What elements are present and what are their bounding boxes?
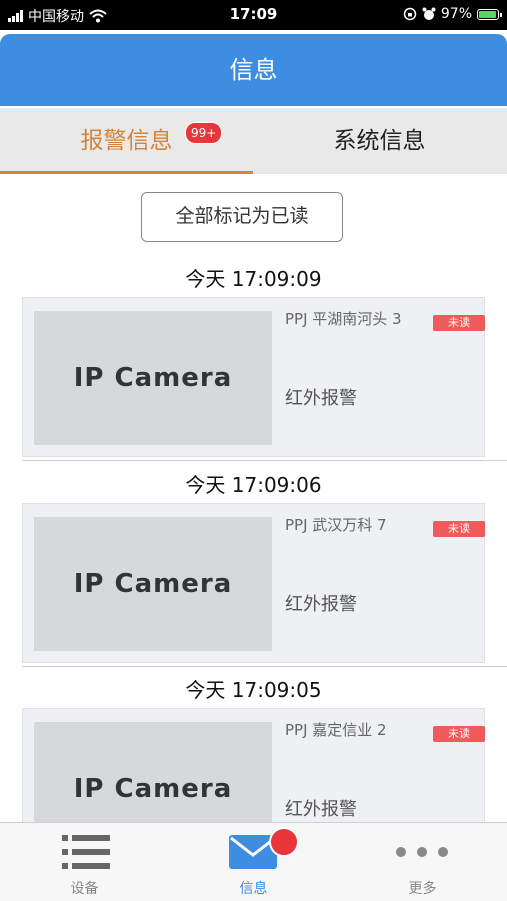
tab-system-info[interactable]: 系统信息 xyxy=(253,108,506,174)
unread-badge: 未读 xyxy=(433,315,485,331)
notification-dot xyxy=(269,827,299,857)
bottom-nav: 设备 信息 更多 xyxy=(0,822,507,901)
nav-devices[interactable]: 设备 xyxy=(0,823,169,901)
status-right: 97% xyxy=(403,6,502,22)
unread-badge: 未读 xyxy=(433,521,485,537)
alarm-card[interactable]: IP Camera PPJ 平湖南河头 3 未读 红外报警 xyxy=(22,297,485,457)
unread-count-badge: 99+ xyxy=(185,122,223,144)
battery-icon xyxy=(477,8,502,20)
battery-percent: 97% xyxy=(440,6,472,22)
tab-bar: 报警信息 99+ 系统信息 xyxy=(0,108,507,174)
device-name: PPJ 武汉万科 7 xyxy=(285,516,387,534)
nav-messages[interactable]: 信息 xyxy=(169,823,338,901)
alarm-timestamp: 今天 17:09:09 xyxy=(185,267,322,291)
active-tab-indicator xyxy=(0,171,253,174)
alarm-clock-icon xyxy=(422,7,436,20)
rotation-lock-icon xyxy=(403,7,417,21)
device-name: PPJ 嘉定信业 2 xyxy=(285,721,387,739)
alarm-type: 红外报警 xyxy=(285,594,357,615)
device-name: PPJ 平湖南河头 3 xyxy=(285,310,402,328)
status-bar: 中国移动 17:09 97% xyxy=(0,0,507,30)
divider xyxy=(22,460,507,461)
nav-messages-label: 信息 xyxy=(239,881,268,897)
camera-thumbnail[interactable]: IP Camera xyxy=(34,311,272,445)
nav-more-label: 更多 xyxy=(408,881,437,897)
camera-thumbnail[interactable]: IP Camera xyxy=(34,517,272,651)
page-title: 信息 xyxy=(0,34,507,106)
alarm-card[interactable]: IP Camera PPJ 武汉万科 7 未读 红外报警 xyxy=(22,503,485,663)
alarm-type: 红外报警 xyxy=(285,799,357,820)
alarm-timestamp: 今天 17:09:06 xyxy=(185,473,322,497)
tab-alarm-label: 报警信息 xyxy=(80,128,173,154)
alarm-type: 红外报警 xyxy=(285,388,357,409)
nav-devices-label: 设备 xyxy=(70,881,99,897)
tab-alarm-info[interactable]: 报警信息 99+ xyxy=(0,108,253,174)
tab-system-label: 系统信息 xyxy=(333,128,426,154)
alarm-timestamp: 今天 17:09:05 xyxy=(185,678,322,702)
list-icon xyxy=(62,833,110,877)
divider xyxy=(22,666,507,667)
more-dots-icon xyxy=(396,847,448,857)
mark-all-read-button[interactable]: 全部标记为已读 xyxy=(141,192,343,242)
nav-more[interactable]: 更多 xyxy=(338,823,507,901)
unread-badge: 未读 xyxy=(433,726,485,742)
